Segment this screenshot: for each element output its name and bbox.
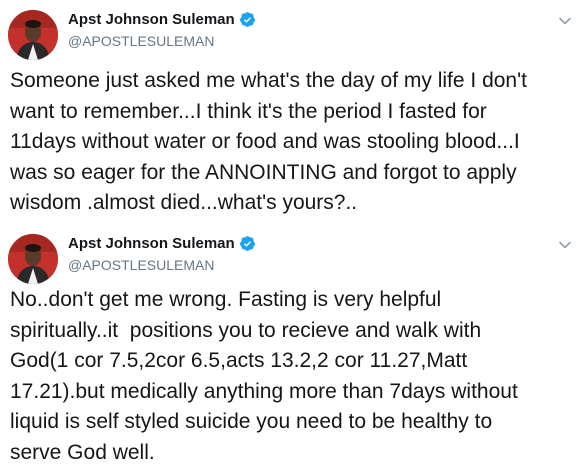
tweet: Apst Johnson Suleman @APOSTLESULEMAN Som… — [0, 0, 582, 228]
author-row: Apst Johnson Suleman — [68, 11, 256, 28]
display-name[interactable]: Apst Johnson Suleman — [68, 235, 235, 252]
user-handle[interactable]: @APOSTLESULEMAN — [68, 33, 214, 49]
tweet: Apst Johnson Suleman @APOSTLESULEMAN No.… — [0, 228, 582, 470]
verified-badge-icon — [239, 11, 256, 28]
tweet-text: Someone just asked me what's the day of … — [10, 69, 527, 214]
tweet-text: No..don't get me wrong. Fasting is very … — [10, 288, 518, 464]
avatar-image — [8, 234, 58, 284]
display-name[interactable]: Apst Johnson Suleman — [68, 11, 235, 28]
author-row: Apst Johnson Suleman — [68, 235, 256, 252]
avatar[interactable] — [8, 234, 58, 284]
chevron-down-icon[interactable] — [558, 14, 572, 28]
chevron-down-icon[interactable] — [558, 238, 572, 252]
verified-badge-icon — [239, 235, 256, 252]
user-handle[interactable]: @APOSTLESULEMAN — [68, 257, 214, 273]
avatar-image — [8, 10, 58, 60]
avatar[interactable] — [8, 10, 58, 60]
